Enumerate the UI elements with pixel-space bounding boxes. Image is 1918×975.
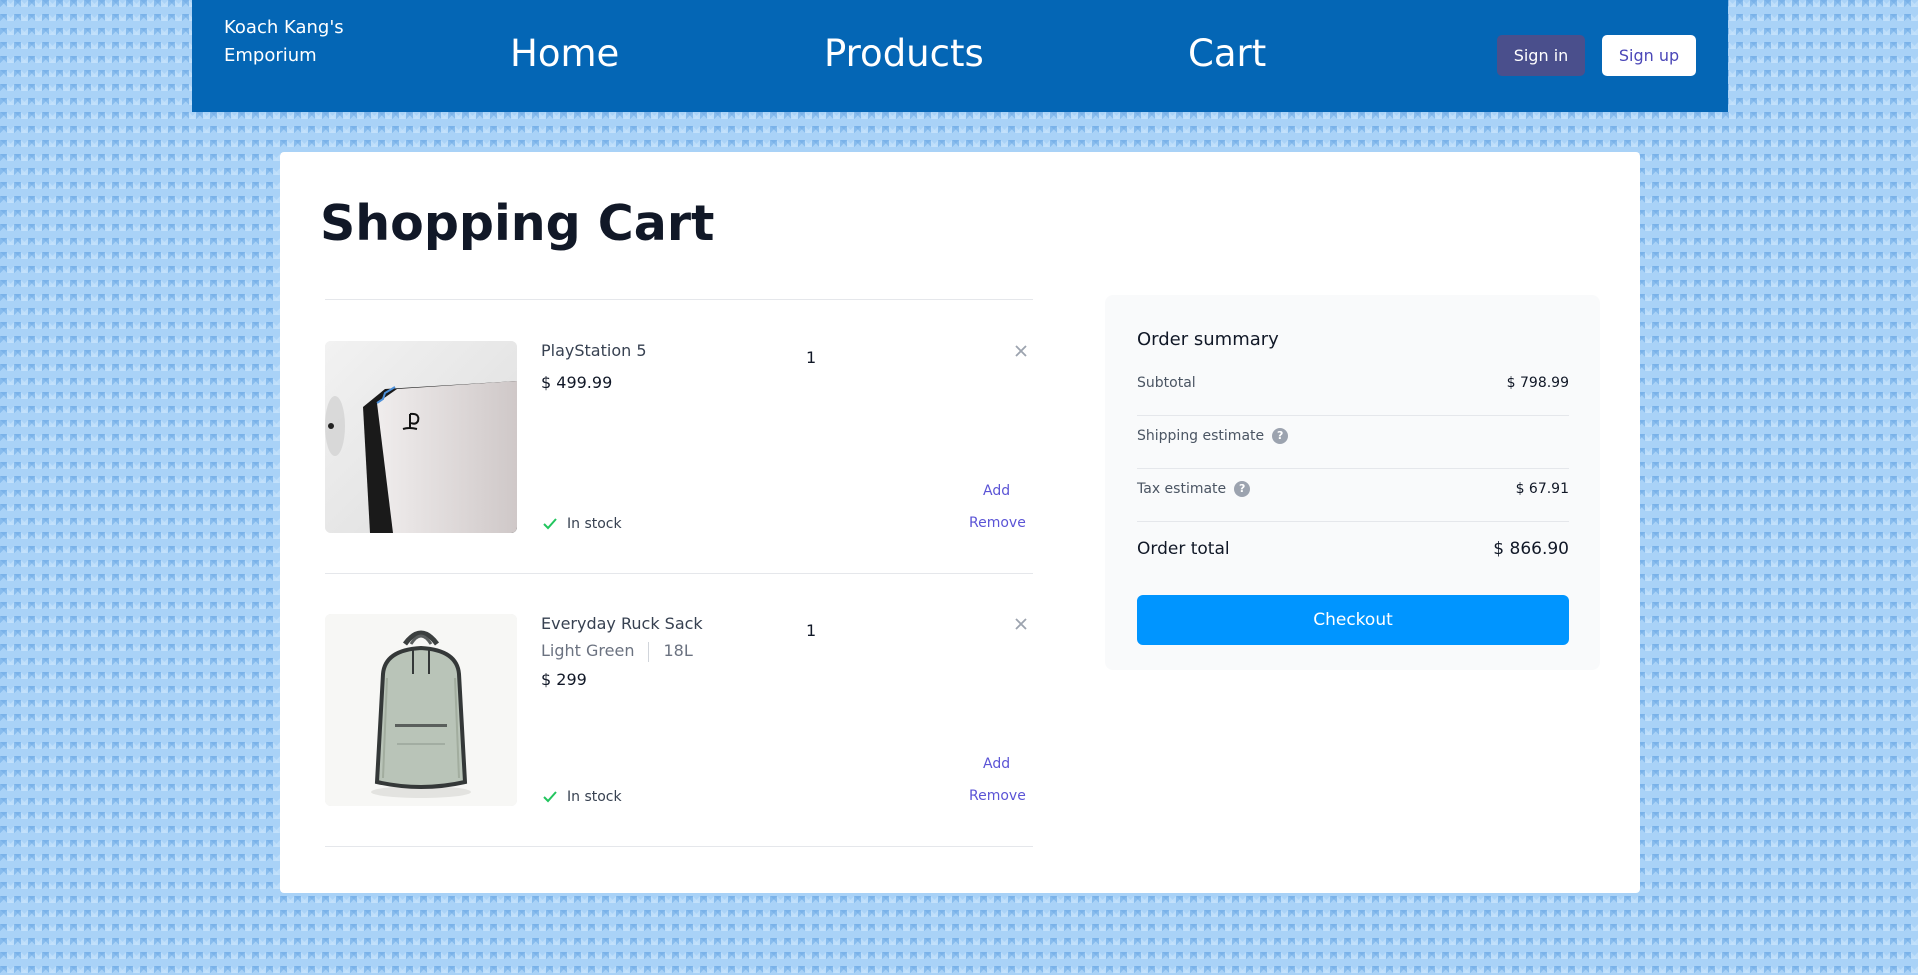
add-button[interactable]: Add xyxy=(983,756,1010,772)
tax-row: Tax estimate? $ 67.91 xyxy=(1137,479,1569,531)
cart-item: Everyday Ruck Sack Light Green 18L $ 299 … xyxy=(325,574,1033,814)
product-price: $ 499.99 xyxy=(541,373,613,392)
product-color: Light Green xyxy=(541,641,635,660)
divider xyxy=(1137,468,1569,469)
product-name[interactable]: PlayStation 5 xyxy=(541,341,647,360)
product-image-ruck-sack xyxy=(325,614,517,806)
cart-card: Shopping Cart PlayStation 5 $ 499.99 1 A… xyxy=(280,152,1640,893)
check-icon xyxy=(543,518,557,530)
close-icon[interactable] xyxy=(1011,341,1031,361)
order-summary-title: Order summary xyxy=(1137,329,1279,350)
subtotal-row: Subtotal $ 798.99 xyxy=(1137,373,1569,425)
product-price: $ 299 xyxy=(541,670,587,689)
question-circle-icon[interactable]: ? xyxy=(1272,428,1289,444)
sign-in-button[interactable]: Sign in xyxy=(1497,35,1585,76)
product-size: 18L xyxy=(663,641,693,660)
nav-home[interactable]: Home xyxy=(510,30,619,78)
close-icon[interactable] xyxy=(1011,614,1031,634)
checkout-button[interactable]: Checkout xyxy=(1137,595,1569,645)
order-total-label: Order total xyxy=(1137,539,1230,559)
order-total-value: $ 866.90 xyxy=(1493,539,1569,559)
brand-name[interactable]: Koach Kang's Emporium xyxy=(224,14,344,70)
divider xyxy=(325,299,1033,300)
stock-label: In stock xyxy=(567,789,622,805)
tax-value: $ 67.91 xyxy=(1515,481,1569,497)
divider xyxy=(1137,415,1569,416)
order-summary: Order summary Subtotal $ 798.99 Shipping… xyxy=(1105,295,1600,670)
nav-cart[interactable]: Cart xyxy=(1188,30,1266,78)
quantity-value: 1 xyxy=(806,348,817,367)
shipping-label-text: Shipping estimate xyxy=(1137,428,1265,444)
shipping-label: Shipping estimate? xyxy=(1137,428,1289,444)
tax-label-text: Tax estimate xyxy=(1137,481,1227,497)
product-variant: Light Green 18L xyxy=(541,641,693,662)
sign-up-button[interactable]: Sign up xyxy=(1602,35,1696,76)
site-header: Koach Kang's Emporium Home Products Cart… xyxy=(192,0,1728,112)
shipping-row: Shipping estimate? xyxy=(1137,426,1569,478)
tax-label: Tax estimate? xyxy=(1137,481,1251,497)
question-circle-icon[interactable]: ? xyxy=(1234,481,1251,497)
check-icon xyxy=(543,791,557,803)
variant-separator xyxy=(648,641,650,662)
quantity-value: 1 xyxy=(806,621,817,640)
subtotal-value: $ 798.99 xyxy=(1506,375,1569,391)
product-name[interactable]: Everyday Ruck Sack xyxy=(541,614,703,633)
add-button[interactable]: Add xyxy=(983,483,1010,499)
stock-status: In stock xyxy=(541,515,622,533)
subtotal-label: Subtotal xyxy=(1137,375,1196,391)
remove-button[interactable]: Remove xyxy=(969,515,1026,531)
divider xyxy=(325,846,1033,847)
stock-status: In stock xyxy=(541,788,622,806)
divider xyxy=(1137,521,1569,522)
product-image-playstation xyxy=(325,341,517,533)
page-title: Shopping Cart xyxy=(320,195,715,252)
remove-button[interactable]: Remove xyxy=(969,788,1026,804)
nav-products[interactable]: Products xyxy=(824,30,984,78)
stock-label: In stock xyxy=(567,516,622,532)
cart-item: PlayStation 5 $ 499.99 1 Add In stock Re… xyxy=(325,301,1033,541)
